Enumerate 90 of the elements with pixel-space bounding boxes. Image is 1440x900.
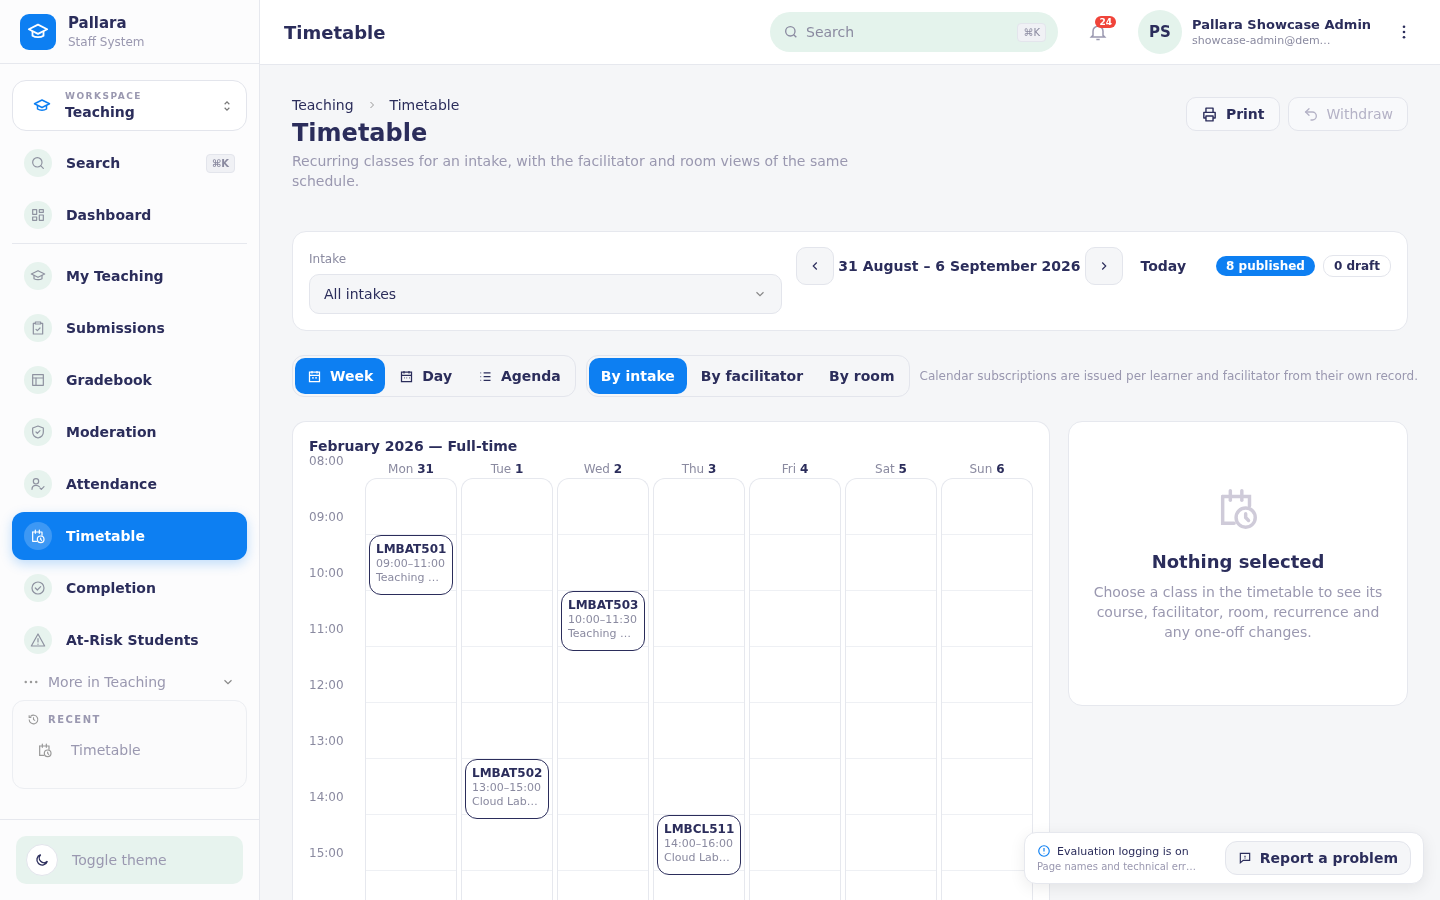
sidebar-item[interactable]: Gradebook bbox=[12, 356, 247, 404]
sidebar-item[interactable]: Timetable bbox=[12, 512, 247, 560]
time-label: 08:00 bbox=[309, 454, 345, 470]
page-description: Recurring classes for an intake, with the facilitator and room views of the same schedule. bbox=[292, 152, 850, 191]
dots-icon bbox=[24, 680, 38, 684]
field-label: Intake bbox=[309, 252, 348, 266]
status-badge: 8 published bbox=[1216, 256, 1315, 276]
class-event[interactable]: LMBCL511 14:00–16:00 Cloud Lab… bbox=[657, 815, 741, 875]
notice-title: Evaluation logging is on bbox=[1057, 844, 1189, 858]
next-week-button[interactable] bbox=[1084, 247, 1123, 285]
grouping-tab[interactable]: By facilitator bbox=[688, 358, 816, 394]
time-label: 14:00 bbox=[309, 790, 345, 806]
undo-icon bbox=[1302, 106, 1319, 122]
person-check-icon bbox=[30, 476, 46, 492]
view-tab[interactable]: Agenda bbox=[466, 358, 573, 394]
breadcrumb-link[interactable]: Teaching bbox=[292, 97, 354, 113]
empty-state-title: Nothing selected bbox=[1151, 551, 1325, 572]
user-avatar: PS bbox=[1138, 10, 1182, 54]
report-problem-button[interactable]: Report a problem bbox=[1224, 841, 1411, 875]
notification-count: 24 bbox=[1095, 16, 1116, 28]
shortcut-hint: ⌘K bbox=[205, 153, 235, 173]
time-label: 10:00 bbox=[309, 566, 345, 582]
calendar-icon bbox=[399, 368, 415, 384]
time-label: 12:00 bbox=[309, 678, 345, 694]
empty-state-text: Choose a class in the timetable to see its course, facilitator, room, recurrence and any one-off changes. bbox=[1092, 583, 1384, 642]
class-event[interactable]: LMBAT503 10:00–11:30 Teaching … bbox=[561, 591, 645, 651]
search-icon bbox=[30, 155, 46, 171]
day-header: Sat 5 bbox=[874, 461, 908, 478]
table-icon bbox=[30, 372, 46, 388]
subscription-note: Calendar subscriptions are issued per learner and facilitator from their own record. bbox=[919, 369, 1418, 383]
day-header: Mon 31 bbox=[387, 461, 435, 478]
recent-heading: RECENT bbox=[48, 714, 101, 725]
sidebar-item[interactable]: My Teaching bbox=[12, 252, 247, 300]
sidebar-item[interactable]: Submissions bbox=[12, 304, 247, 352]
view-tab[interactable]: Week bbox=[295, 358, 386, 394]
class-event[interactable]: LMBAT501 09:00–11:00 Teaching … bbox=[369, 535, 453, 595]
workspace-name: Teaching bbox=[65, 104, 136, 120]
status-badge: 0 draft bbox=[1322, 255, 1391, 277]
page-title: Timetable bbox=[292, 119, 429, 147]
calendar-clock-icon bbox=[37, 742, 53, 758]
day-header: Sun 6 bbox=[968, 461, 1006, 478]
print-button[interactable]: Print bbox=[1185, 97, 1280, 131]
grouping-tab[interactable]: By intake bbox=[588, 358, 687, 394]
workspace-switcher[interactable]: WORKSPACE Teaching bbox=[12, 80, 247, 131]
calendar-icon bbox=[307, 368, 322, 384]
day-header: Thu 3 bbox=[680, 461, 718, 478]
history-icon bbox=[27, 713, 40, 726]
timetable-title: February 2026 — Full-time bbox=[309, 438, 519, 454]
time-label: 13:00 bbox=[309, 734, 345, 750]
time-label: 15:00 bbox=[309, 846, 345, 862]
moon-icon bbox=[34, 852, 50, 868]
kebab-menu-icon bbox=[1402, 25, 1406, 39]
app-logo bbox=[20, 13, 56, 50]
user-name: Pallara Showcase Admin bbox=[1192, 17, 1373, 32]
time-label: 09:00 bbox=[309, 510, 345, 526]
calendar-clock-icon bbox=[30, 528, 46, 544]
clipboard-icon bbox=[30, 320, 46, 336]
sidebar-item[interactable]: Completion bbox=[12, 564, 247, 612]
dashboard-icon bbox=[30, 207, 46, 223]
page-header-title: Timetable bbox=[284, 21, 387, 43]
message-icon bbox=[1237, 851, 1252, 865]
printer-icon bbox=[1200, 105, 1218, 123]
view-tab[interactable]: Day bbox=[387, 358, 464, 394]
today-button[interactable]: Today bbox=[1126, 258, 1208, 274]
class-event[interactable]: LMBAT502 13:00–15:00 Cloud Lab… bbox=[465, 759, 549, 819]
shield-icon bbox=[30, 424, 46, 440]
day-header: Fri 4 bbox=[780, 461, 810, 478]
time-label: 11:00 bbox=[309, 622, 345, 638]
search-icon bbox=[783, 24, 799, 40]
breadcrumb-link[interactable]: Timetable bbox=[389, 97, 460, 113]
shortcut-hint: ⌘K bbox=[1017, 23, 1046, 42]
day-header: Wed 2 bbox=[582, 461, 624, 478]
intake-select[interactable]: All intakes bbox=[309, 274, 783, 314]
grouping-tab[interactable]: By room bbox=[817, 358, 907, 394]
date-range: 31 August – 6 September 2026 bbox=[838, 258, 1081, 274]
previous-week-button[interactable] bbox=[796, 247, 835, 285]
sidebar-item[interactable]: Moderation bbox=[12, 408, 247, 456]
sidebar-item[interactable]: Dashboard bbox=[12, 191, 247, 239]
notifications-button[interactable]: 24 bbox=[1080, 14, 1116, 50]
sidebar-item[interactable]: Attendance bbox=[12, 460, 247, 508]
app-name: Pallara bbox=[68, 14, 128, 32]
app-subtitle: Staff System bbox=[68, 35, 145, 49]
notice-text: Page names and technical err… bbox=[1037, 861, 1197, 872]
day-header: Tue 1 bbox=[489, 461, 525, 478]
workspace-label: WORKSPACE bbox=[65, 91, 143, 101]
warning-icon bbox=[30, 632, 46, 648]
user-email: showcase-admin@dem… bbox=[1192, 34, 1332, 47]
info-icon bbox=[1037, 844, 1051, 858]
sidebar-item[interactable]: Search ⌘K bbox=[12, 139, 247, 187]
sidebar-item[interactable]: At-Risk Students bbox=[12, 616, 247, 664]
